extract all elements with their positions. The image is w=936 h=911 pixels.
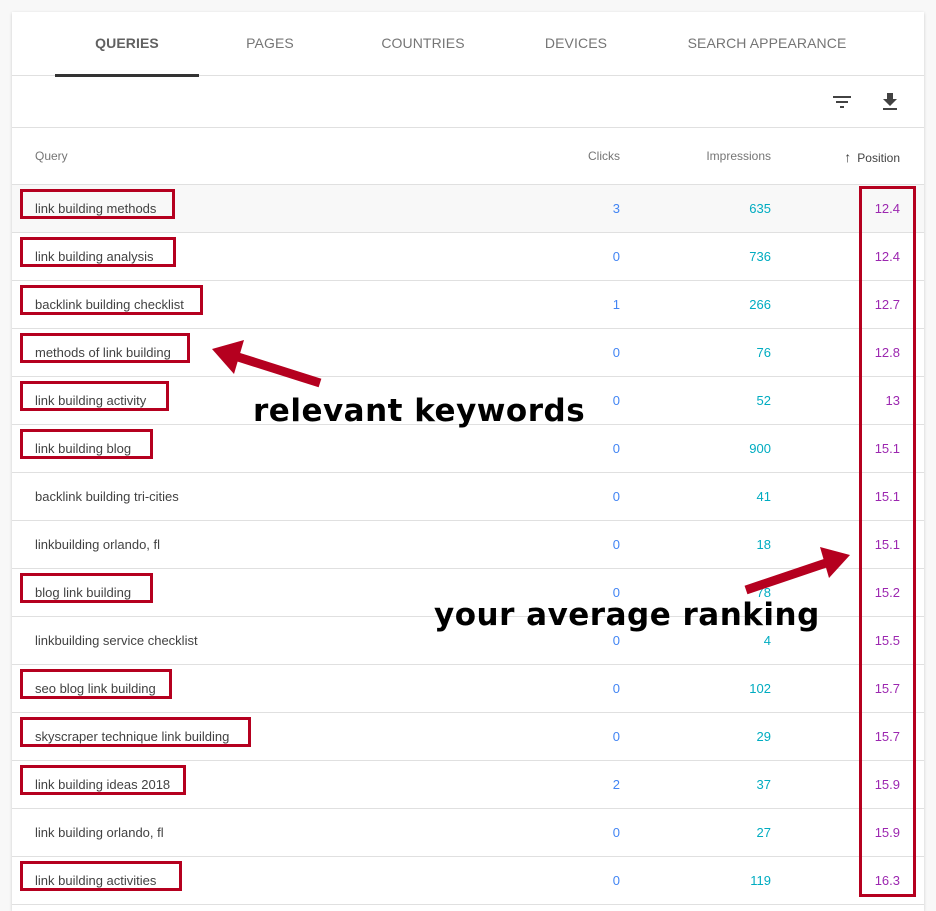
query-cell: link building methods [35, 201, 157, 216]
clicks-cell: 2 [612, 777, 620, 792]
query-cell: backlink building checklist [35, 297, 184, 312]
impressions-cell: 76 [756, 345, 771, 360]
table-row[interactable]: link building blog 0 900 15.1 [12, 425, 924, 473]
column-header-query[interactable]: Query [35, 149, 68, 163]
query-cell: linkbuilding service checklist [35, 633, 198, 648]
arrow-up-icon: ↑ [844, 149, 852, 165]
clicks-cell: 0 [612, 825, 620, 840]
table-row[interactable]: skyscraper technique link building 0 29 15.… [12, 713, 924, 761]
table-row[interactable]: link building orlando, fl 0 27 15.9 [12, 809, 924, 857]
query-cell: link building activities [35, 873, 157, 888]
clicks-cell: 0 [612, 249, 620, 264]
clicks-cell: 0 [612, 441, 620, 456]
query-cell: link building ideas 2018 [35, 777, 171, 792]
clicks-cell: 0 [612, 729, 620, 744]
position-cell: 15.2 [874, 585, 900, 600]
table-row[interactable]: link building methods 3 635 12.4 [12, 185, 924, 233]
position-cell: 16.3 [874, 873, 900, 888]
query-cell: backlink building tri-cities [35, 489, 179, 504]
performance-table-card: QUERIES PAGES COUNTRIES DEVICES SEARCH A… [12, 12, 924, 911]
annotation-average-ranking: your average ranking [434, 597, 820, 633]
tab-pages[interactable]: PAGES [220, 12, 320, 76]
tab-countries[interactable]: COUNTRIES [362, 12, 484, 76]
table-toolbar [12, 76, 924, 128]
position-cell: 15.1 [874, 489, 900, 504]
position-cell: 12.7 [874, 297, 900, 312]
query-cell: link building orlando, fl [35, 825, 164, 840]
query-cell: blog link building [35, 585, 132, 600]
clicks-cell: 0 [612, 393, 620, 408]
position-cell: 15.9 [874, 777, 900, 792]
query-cell: seo blog link building [35, 681, 156, 696]
column-header-position-label: Position [857, 151, 900, 165]
table-row[interactable]: link building analysis 0 736 12.4 [12, 233, 924, 281]
impressions-cell: 102 [749, 681, 771, 696]
clicks-cell: 0 [612, 873, 620, 888]
column-header-position[interactable]: ↑ Position [844, 149, 900, 165]
position-cell: 15.9 [874, 825, 900, 840]
query-cell: link building analysis [35, 249, 154, 264]
query-cell: methods of link building [35, 345, 171, 360]
impressions-cell: 41 [756, 489, 771, 504]
position-cell: 12.4 [874, 249, 900, 264]
clicks-cell: 0 [612, 489, 620, 504]
table-row[interactable]: link building activities 0 119 16.3 [12, 857, 924, 905]
column-header-clicks[interactable]: Clicks [588, 149, 620, 163]
position-cell: 15.7 [874, 729, 900, 744]
impressions-cell: 119 [750, 873, 771, 888]
table-row[interactable]: methods of link building 0 76 12.8 [12, 329, 924, 377]
dimension-tabs: QUERIES PAGES COUNTRIES DEVICES SEARCH A… [12, 12, 924, 77]
table-row[interactable]: link building ideas 2018 2 37 15.9 [12, 761, 924, 809]
tab-search-appearance[interactable]: SEARCH APPEARANCE [672, 12, 862, 76]
query-cell: skyscraper technique link building [35, 729, 230, 744]
query-cell: link building blog [35, 441, 132, 456]
impressions-cell: 266 [749, 297, 771, 312]
clicks-cell: 3 [612, 201, 620, 216]
tab-devices[interactable]: DEVICES [522, 12, 630, 76]
position-cell: 12.4 [874, 201, 900, 216]
position-cell: 13 [885, 393, 900, 408]
clicks-cell: 0 [612, 681, 620, 696]
clicks-cell: 0 [612, 537, 620, 552]
annotation-relevant-keywords: relevant keywords [253, 393, 586, 429]
position-cell: 15.1 [874, 537, 900, 552]
impressions-cell: 900 [749, 441, 771, 456]
position-cell: 15.7 [874, 681, 900, 696]
query-cell: linkbuilding orlando, fl [35, 537, 161, 552]
impressions-cell: 736 [749, 249, 771, 264]
impressions-cell: 52 [756, 393, 771, 408]
table-row[interactable]: linkbuilding orlando, fl 0 18 15.1 [12, 521, 924, 569]
table-header: Query Clicks Impressions ↑ Position [12, 128, 924, 185]
impressions-cell: 27 [756, 825, 771, 840]
table-body: link building methods 3 635 12.4 link buildi… [12, 185, 924, 905]
table-row[interactable]: backlink building tri-cities 0 41 15.1 [12, 473, 924, 521]
position-cell: 15.1 [874, 441, 900, 456]
filter-icon[interactable] [830, 90, 854, 114]
clicks-cell: 0 [612, 633, 620, 648]
impressions-cell: 4 [763, 633, 771, 648]
table-row[interactable]: seo blog link building 0 102 15.7 [12, 665, 924, 713]
impressions-cell: 635 [749, 201, 771, 216]
table-row[interactable]: backlink building checklist 1 266 12.7 [12, 281, 924, 329]
impressions-cell: 29 [756, 729, 771, 744]
query-cell: link building activity [35, 393, 147, 408]
position-cell: 15.5 [874, 633, 900, 648]
impressions-cell: 18 [756, 537, 771, 552]
position-cell: 12.8 [874, 345, 900, 360]
clicks-cell: 0 [612, 345, 620, 360]
column-header-impressions[interactable]: Impressions [706, 149, 771, 163]
clicks-cell: 1 [612, 297, 620, 312]
impressions-cell: 37 [756, 777, 771, 792]
tab-queries[interactable]: QUERIES [55, 12, 199, 77]
download-icon[interactable] [878, 90, 902, 114]
